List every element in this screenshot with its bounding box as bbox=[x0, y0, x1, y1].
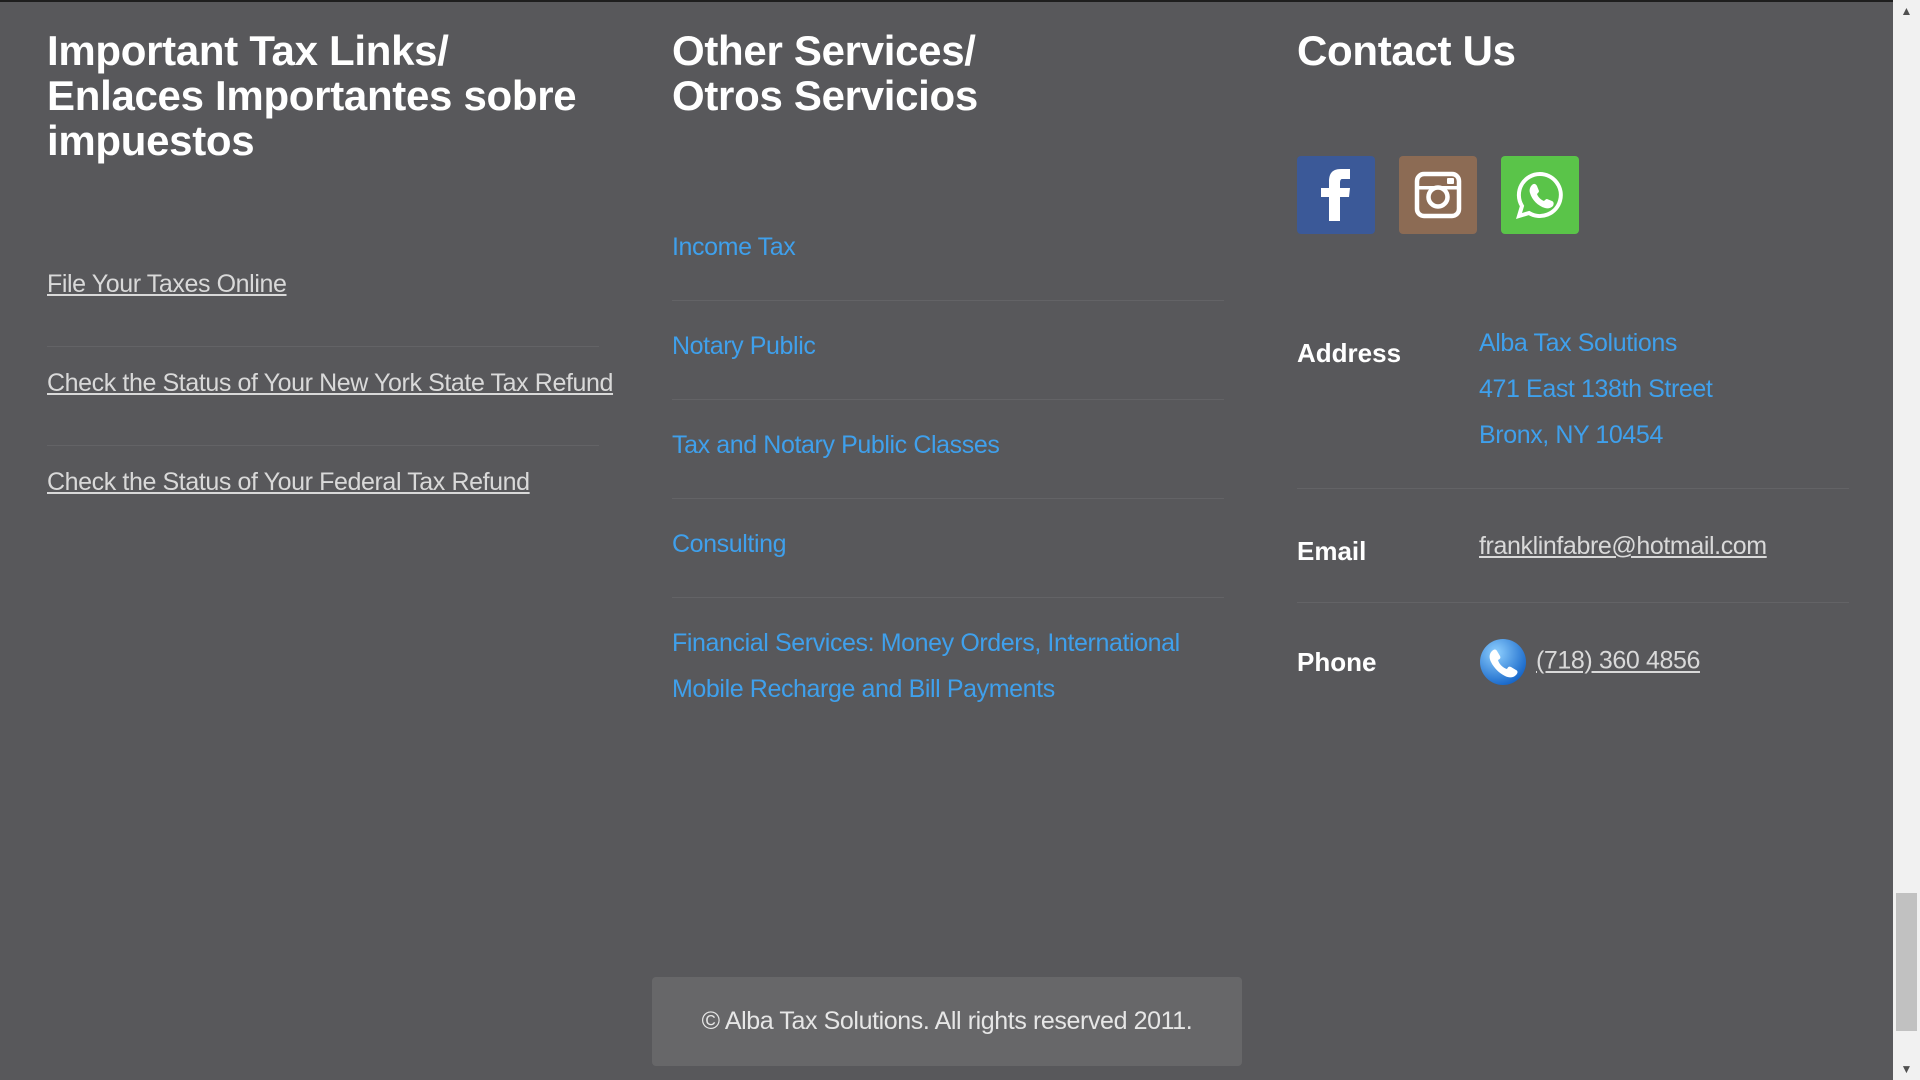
footer-section: Important Tax Links/ Enlaces Importantes… bbox=[0, 0, 1893, 1080]
phone-link[interactable]: (718) 360 4856 bbox=[1536, 647, 1700, 675]
scroll-down-arrow-icon[interactable]: ▼ bbox=[1893, 1058, 1920, 1080]
whatsapp-button[interactable] bbox=[1501, 156, 1579, 234]
federal-refund-link[interactable]: Check the Status of Your Federal Tax Ref… bbox=[47, 468, 530, 497]
list-item: File Your Taxes Online bbox=[47, 248, 599, 347]
email-row: Email franklinfabre@hotmail.com bbox=[1297, 532, 1849, 592]
facebook-icon bbox=[1321, 169, 1350, 221]
email-link[interactable]: franklinfabre@hotmail.com bbox=[1479, 532, 1767, 560]
list-item: Check the Status of Your New York State … bbox=[47, 347, 613, 446]
phone-value: (718) 360 4856 bbox=[1479, 638, 1700, 686]
services-heading: Other Services/ Otros Servicios bbox=[672, 27, 978, 119]
ny-state-refund-link[interactable]: Check the Status of Your New York State … bbox=[47, 369, 613, 398]
address-block: Alba Tax Solutions 471 East 138th Street… bbox=[1479, 320, 1713, 458]
whatsapp-icon bbox=[1516, 171, 1563, 219]
list-item: Income Tax bbox=[672, 202, 1224, 301]
service-financial-link[interactable]: Financial Services: Money Orders, Intern… bbox=[672, 620, 1192, 712]
list-item: Check the Status of Your Federal Tax Ref… bbox=[47, 446, 599, 545]
social-links bbox=[1297, 156, 1579, 234]
contact-heading: Contact Us bbox=[1297, 27, 1516, 74]
address-line[interactable]: Alba Tax Solutions bbox=[1479, 320, 1712, 366]
instagram-button[interactable] bbox=[1399, 156, 1477, 234]
address-label: Address bbox=[1297, 338, 1402, 368]
divider bbox=[1297, 602, 1849, 603]
list-item: Financial Services: Money Orders, Intern… bbox=[672, 598, 1224, 718]
tax-links-list: File Your Taxes Online Check the Status … bbox=[47, 248, 613, 545]
file-taxes-online-link[interactable]: File Your Taxes Online bbox=[47, 270, 287, 299]
service-income-tax-link[interactable]: Income Tax bbox=[672, 224, 796, 270]
service-notary-public-link[interactable]: Notary Public bbox=[672, 323, 816, 369]
list-item: Notary Public bbox=[672, 301, 1224, 400]
phone-icon bbox=[1480, 639, 1526, 685]
tax-links-heading: Important Tax Links/ Enlaces Importantes… bbox=[47, 27, 577, 164]
address-line[interactable]: Bronx, NY 10454 bbox=[1479, 412, 1712, 458]
services-column: Other Services/ Otros Servicios Income T… bbox=[672, 27, 1224, 703]
instagram-icon bbox=[1414, 171, 1462, 219]
email-label: Email bbox=[1297, 536, 1367, 566]
facebook-button[interactable] bbox=[1297, 156, 1375, 234]
address-row: Address Alba Tax Solutions 471 East 138t… bbox=[1297, 320, 1849, 480]
services-list: Income Tax Notary Public Tax and Notary … bbox=[672, 202, 1224, 718]
copyright-text: © Alba Tax Solutions. All rights reserve… bbox=[701, 1007, 1193, 1035]
tax-links-column: Important Tax Links/ Enlaces Importantes… bbox=[47, 27, 613, 496]
divider bbox=[1297, 488, 1849, 489]
service-classes-link[interactable]: Tax and Notary Public Classes bbox=[672, 422, 1000, 468]
phone-label: Phone bbox=[1297, 647, 1377, 677]
list-item: Tax and Notary Public Classes bbox=[672, 400, 1224, 499]
vertical-scrollbar[interactable]: ▲ ▼ bbox=[1893, 0, 1920, 1080]
address-line[interactable]: 471 East 138th Street bbox=[1479, 366, 1713, 412]
scrollbar-thumb[interactable] bbox=[1896, 893, 1917, 1031]
phone-row: Phone (718) 360 4856 bbox=[1297, 638, 1849, 708]
scroll-up-arrow-icon[interactable]: ▲ bbox=[1893, 0, 1920, 22]
service-consulting-link[interactable]: Consulting bbox=[672, 521, 787, 567]
contact-column: Contact Us Address Alba Tax Solutions 47… bbox=[1297, 27, 1849, 685]
email-value: franklinfabre@hotmail.com bbox=[1479, 532, 1767, 561]
copyright-box: © Alba Tax Solutions. All rights reserve… bbox=[652, 977, 1242, 1066]
list-item: Consulting bbox=[672, 499, 1224, 598]
